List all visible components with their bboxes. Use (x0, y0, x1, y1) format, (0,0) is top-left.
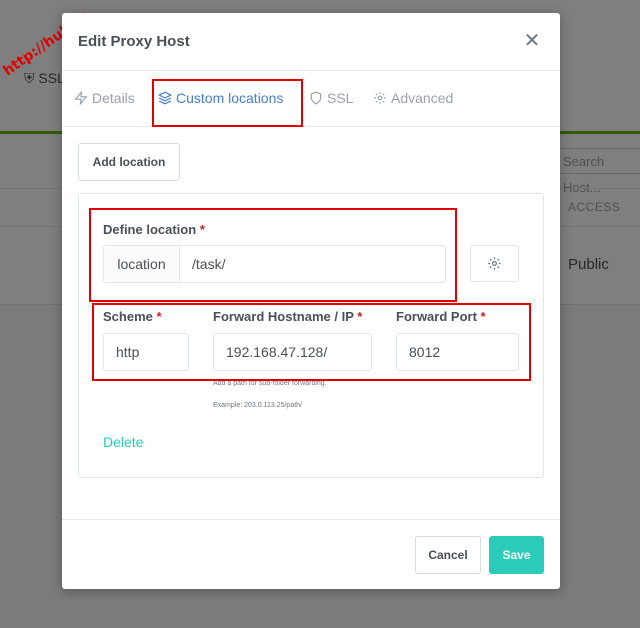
location-card: Define location * location /task/ Scheme… (78, 193, 544, 478)
tab-custom-locations[interactable]: Custom locations (158, 90, 283, 106)
gear-icon (488, 257, 501, 270)
tab-details[interactable]: Details (74, 90, 135, 106)
gear-icon (374, 92, 386, 104)
hostname-hint: Add a path for sub-folder forwarding. (213, 380, 327, 387)
tab-advanced[interactable]: Advanced (373, 90, 453, 106)
required-mark: * (199, 222, 205, 237)
delete-location-link[interactable]: Delete (103, 434, 143, 450)
forward-hostname-input[interactable]: 192.168.47.128/ (213, 333, 372, 371)
close-icon: ✕ (523, 30, 541, 52)
location-input-group: location /task/ (103, 245, 446, 283)
bolt-icon (74, 91, 88, 105)
required-mark: * (357, 309, 363, 324)
scheme-input[interactable]: http (103, 333, 189, 371)
required-mark: * (480, 309, 486, 324)
scheme-label: Scheme * (103, 309, 162, 324)
hostname-example: Example: 203.0.113.25/path/ (213, 402, 302, 409)
save-button[interactable]: Save (489, 536, 544, 574)
required-mark: * (156, 309, 162, 324)
close-button[interactable]: ✕ (522, 31, 542, 51)
forward-port-label: Forward Port * (396, 309, 486, 324)
modal-title: Edit Proxy Host (78, 33, 190, 50)
location-path-input[interactable]: /task/ (180, 246, 445, 282)
layers-icon (158, 91, 172, 105)
shield-icon (310, 91, 322, 105)
add-location-button[interactable]: Add location (78, 143, 180, 181)
tab-ssl[interactable]: SSL (309, 90, 353, 106)
location-settings-button[interactable] (470, 245, 519, 282)
location-addon: location (104, 246, 180, 282)
cancel-button[interactable]: Cancel (415, 536, 481, 574)
define-location-label: Define location * (103, 222, 205, 237)
forward-port-input[interactable]: 8012 (396, 333, 519, 371)
forward-hostname-label: Forward Hostname / IP * (213, 309, 363, 324)
edit-proxy-host-modal: Edit Proxy Host ✕ Details Custom locatio… (62, 13, 560, 589)
